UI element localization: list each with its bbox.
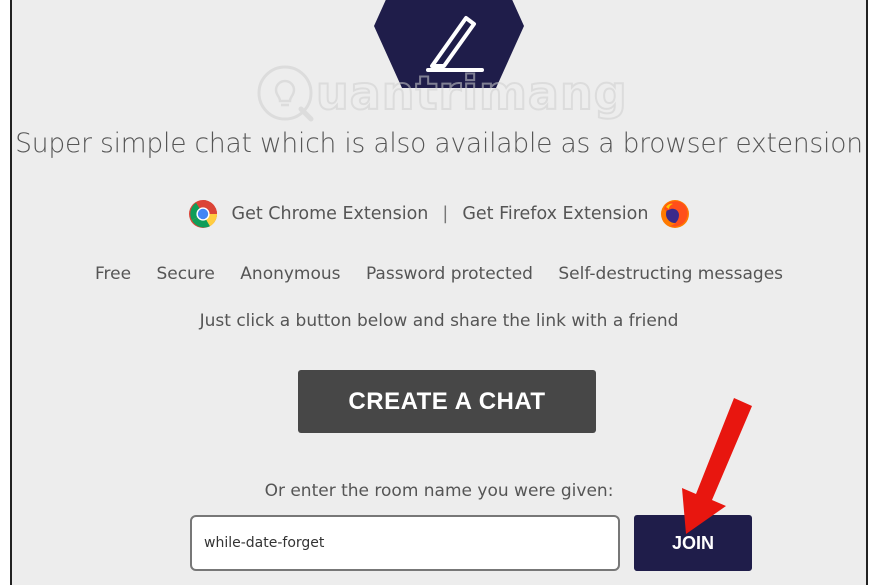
firefox-icon[interactable] [660, 199, 690, 229]
link-separator: | [442, 204, 449, 224]
room-name-label: Or enter the room name you were given: [264, 481, 614, 501]
instruction-text: Just click a button below and share the … [199, 311, 679, 331]
join-button[interactable]: JOIN [634, 515, 752, 571]
feature-item: Self-destructing messages [558, 264, 784, 284]
create-chat-button[interactable]: CREATE A CHAT [298, 370, 596, 433]
firefox-extension-link[interactable]: Get Firefox Extension [462, 204, 648, 224]
feature-item: Anonymous [240, 264, 341, 284]
feature-item: Free [94, 264, 132, 284]
room-name-input[interactable] [190, 515, 620, 571]
feature-item: Password protected [365, 264, 533, 284]
page-frame: uantrimang Super simple chat which is al… [10, 0, 868, 585]
watermark: uantrimang [256, 58, 628, 128]
chrome-extension-link[interactable]: Get Chrome Extension [232, 204, 429, 224]
feature-list: Free Secure Anonymous Password protected… [12, 264, 866, 284]
lightbulb-icon [257, 65, 314, 122]
chrome-icon[interactable] [188, 199, 218, 229]
watermark-text: uantrimang [315, 65, 628, 121]
tagline: Super simple chat which is also availabl… [15, 128, 863, 159]
extension-links: Get Chrome Extension | Get Firefox Exten… [12, 196, 866, 232]
feature-item: Secure [156, 264, 215, 284]
